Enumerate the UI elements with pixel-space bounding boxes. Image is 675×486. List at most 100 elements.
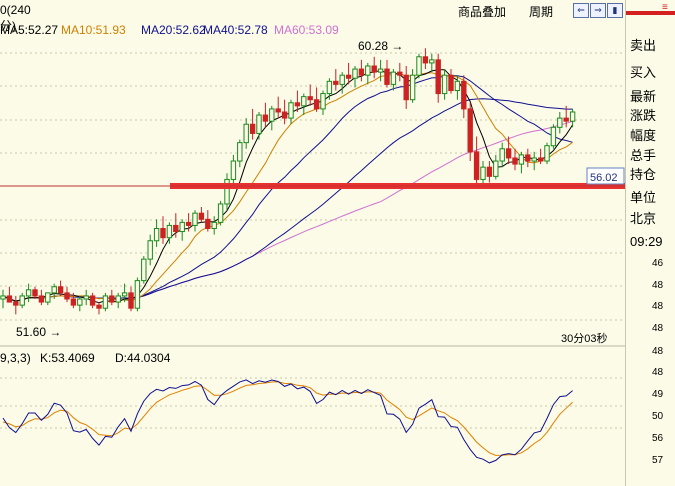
candle-body: [467, 108, 473, 153]
quote-sidebar: ≡ 卖出 买入 最新 涨跌 幅度 总手 持仓 单位 北京 09:29 46 48…: [625, 0, 675, 486]
sell-label[interactable]: 卖出: [630, 38, 656, 53]
ma-label: MA60:53.09: [274, 23, 339, 37]
candle-body: [345, 74, 352, 79]
candle-body: [166, 224, 173, 239]
candle-body: [365, 65, 371, 76]
range-label: 幅度: [630, 128, 657, 143]
candle-body: [115, 295, 121, 303]
tick-row: 48: [652, 346, 664, 357]
scroll-left-button[interactable]: ⇐: [573, 3, 589, 18]
candle-body: [211, 221, 217, 229]
price-tag-text: 56.02: [590, 172, 618, 184]
candle-body: [89, 295, 96, 306]
candle-body: [275, 108, 281, 113]
candle-body: [205, 218, 211, 229]
candle-body: [0, 295, 6, 300]
scroll-right-button[interactable]: ⇒: [590, 3, 606, 18]
candle-body: [256, 114, 262, 134]
ma60-line: [2, 120, 573, 302]
sidebar-top-mark: ≡: [662, 2, 668, 13]
ma40-line: [2, 98, 573, 302]
candle-body: [563, 117, 569, 122]
tick-row: 56: [652, 433, 664, 444]
tick-row: 57: [652, 455, 664, 466]
overlay-menu[interactable]: 商品叠加: [458, 3, 506, 23]
change-label: 涨跌: [630, 108, 657, 123]
candle-body: [377, 68, 384, 73]
candle-body: [51, 286, 57, 294]
candle-body: [70, 298, 77, 306]
candle-body: [243, 123, 249, 144]
open-interest-label: 持仓: [630, 167, 657, 182]
candle-body: [403, 74, 409, 101]
candle-body: [301, 96, 307, 107]
candle-body: [179, 221, 185, 233]
candle-body: [518, 154, 525, 165]
candle-body: [25, 289, 32, 297]
candle-body: [230, 160, 237, 180]
period-menu[interactable]: 周期: [529, 3, 553, 23]
candle-body: [198, 212, 205, 220]
candle-body: [307, 96, 313, 101]
candle-body: [141, 258, 147, 282]
tick-row: 48: [652, 280, 664, 291]
candle-body: [109, 295, 115, 303]
candle-body: [371, 65, 377, 73]
candle-body: [57, 286, 64, 294]
candle-body: [416, 56, 422, 76]
candle-body: [390, 71, 397, 85]
candle-body: [96, 304, 102, 309]
ma-label: MA40:52.78: [203, 23, 268, 37]
candle-body: [32, 289, 38, 297]
unit-label: 单位: [630, 190, 657, 205]
candle-body: [569, 111, 576, 122]
candle-body: [269, 108, 275, 122]
candle-body: [352, 68, 358, 79]
tick-row: 48: [652, 367, 664, 378]
candle-body: [294, 102, 301, 107]
ma-label: MA10:51.93: [61, 23, 126, 37]
kline-chart[interactable]: 56.0260.28 →51.60 →MA5:52.27 MA10:51.93 MA…: [0, 0, 625, 486]
candle-body: [262, 114, 269, 122]
candle-body: [121, 292, 128, 297]
candle-body: [550, 126, 557, 147]
low-annotation: 51.60 →: [16, 325, 61, 339]
candle-body: [38, 295, 45, 303]
candle-body: [339, 74, 345, 85]
candle-body: [499, 148, 505, 162]
volume-label: 总手: [630, 148, 657, 163]
candle-body: [13, 301, 19, 306]
candle-body: [6, 295, 13, 303]
window-button[interactable]: ▮: [607, 3, 623, 18]
candle-body: [480, 166, 486, 180]
candle-body: [249, 123, 256, 134]
tick-row: 49: [652, 389, 664, 400]
candle-body: [441, 74, 448, 95]
candle-body: [422, 56, 429, 64]
candle-body: [185, 221, 192, 226]
tick-row: 48: [652, 323, 664, 334]
candle-body: [192, 212, 198, 226]
candle-body: [237, 142, 243, 162]
tick-row: 46: [652, 258, 664, 269]
candle-body: [512, 157, 518, 165]
candle-body: [320, 93, 326, 110]
candle-body: [64, 292, 70, 300]
candle-body: [454, 80, 461, 92]
candle-body: [435, 59, 441, 95]
candle-body: [313, 99, 320, 110]
candle-body: [333, 80, 339, 85]
candle-body: [531, 157, 537, 162]
candle-body: [128, 292, 134, 309]
buy-label[interactable]: 买入: [630, 65, 656, 80]
candle-body: [147, 240, 153, 260]
ma-label: MA20:52.62: [141, 23, 206, 37]
kdj-d-value: D:44.0304: [115, 351, 171, 365]
candle-body: [77, 298, 83, 306]
candle-body: [384, 68, 390, 85]
candle-body: [134, 280, 141, 309]
candle-body: [505, 148, 512, 159]
kdj-k-value: K:53.4069: [40, 351, 95, 365]
countdown-text: 30分03秒: [561, 331, 607, 345]
candle-body: [448, 74, 454, 92]
